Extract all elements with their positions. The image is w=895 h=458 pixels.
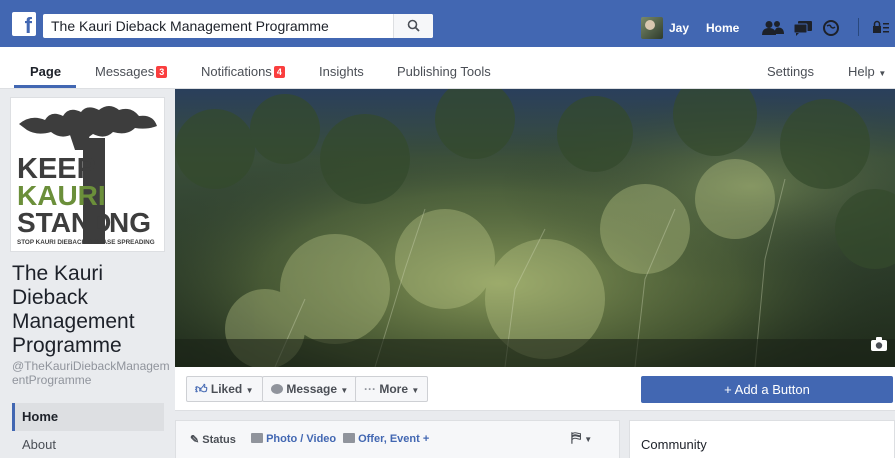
calendar-icon [343, 433, 355, 443]
caret-down-icon: ▼ [411, 386, 420, 395]
cover-forest-image [175, 89, 895, 367]
photo-video-label: Photo / Video [266, 433, 337, 445]
tab-page[interactable]: Page [30, 64, 61, 79]
status-tab[interactable]: ✎ Status [190, 433, 236, 446]
offer-event-label: Offer, Event + [358, 433, 430, 445]
search-button[interactable] [393, 14, 433, 38]
page-username[interactable]: @TheKauriDiebackManagementProgramme [12, 359, 170, 387]
logo-line3b: NG [109, 207, 151, 238]
caret-down-icon: ▼ [340, 386, 349, 395]
photo-video-tab[interactable]: Photo / Video [251, 433, 336, 445]
home-link[interactable]: Home [706, 21, 739, 35]
ellipsis-icon: ··· [364, 382, 376, 396]
active-tab-indicator [14, 85, 76, 88]
status-label: Status [202, 434, 236, 446]
pencil-icon: ✎ [190, 434, 200, 446]
logo-line3a: STAND [17, 207, 111, 238]
tab-messages[interactable]: Messages 3 [95, 64, 168, 79]
tab-help[interactable]: Help ▼ [848, 64, 886, 79]
sidebar-item-about[interactable]: About [12, 431, 164, 458]
caret-down-icon: ▼ [878, 69, 887, 78]
tab-insights[interactable]: Insights [319, 64, 364, 79]
camera-icon[interactable] [870, 336, 888, 352]
message-label: Message [286, 382, 338, 396]
logo-tagline: STOP KAURI DIEBACK DISEASE SPREADING [17, 239, 155, 246]
keep-kauri-standing-logo: KEEP KAURI STAND NG STOP KAURI DIEBACK D… [11, 98, 164, 251]
tab-notifications-label: Notifications [201, 64, 272, 79]
caret-down-icon: ▼ [245, 386, 254, 395]
more-label: More [379, 382, 409, 396]
liked-label: Liked [210, 382, 243, 396]
top-bar: f Jay Home [0, 0, 895, 47]
more-button[interactable]: ··· More ▼ [355, 376, 429, 402]
search-input[interactable] [43, 14, 398, 38]
thumbs-up-icon: 👍︎ [195, 382, 208, 396]
community-title: Community [641, 437, 707, 452]
profile-link[interactable]: Jay [669, 21, 689, 35]
tab-help-label: Help [848, 64, 875, 79]
caret-down-icon: ▼ [584, 435, 593, 444]
friend-requests-icon[interactable] [762, 20, 784, 36]
user-avatar[interactable] [641, 17, 663, 39]
page-title: The Kauri Dieback Management Programme [12, 262, 135, 357]
facebook-logo-icon[interactable]: f [12, 12, 36, 38]
notifications-count-badge: 4 [273, 66, 285, 78]
tab-notifications[interactable]: Notifications 4 [201, 64, 285, 79]
sidebar-item-home[interactable]: Home [12, 403, 164, 431]
privacy-shortcuts-icon[interactable] [872, 20, 890, 34]
tab-messages-label: Messages [95, 64, 155, 79]
photo-icon [251, 433, 263, 443]
community-panel: Community [629, 420, 895, 458]
flag-icon: ⛿ [571, 429, 582, 445]
tab-publishing-tools[interactable]: Publishing Tools [397, 64, 491, 79]
globe-notifications-icon[interactable] [823, 20, 839, 36]
messages-count-badge: 3 [156, 66, 168, 78]
page-nav-bar: Page Messages 3 Notifications 4 Insights P… [0, 47, 895, 89]
speech-bubble-icon [271, 384, 283, 394]
tab-page-label: Page [30, 64, 62, 79]
add-a-button[interactable]: + Add a Button [641, 376, 893, 403]
cover-photo[interactable] [175, 89, 895, 367]
tab-settings[interactable]: Settings [767, 64, 814, 79]
liked-button[interactable]: 👍︎ Liked ▼ [186, 376, 263, 402]
offer-event-tab[interactable]: Offer, Event + [343, 433, 429, 445]
profile-picture[interactable]: KEEP KAURI STAND NG STOP KAURI DIEBACK D… [10, 97, 165, 252]
search-icon [407, 19, 420, 32]
message-button[interactable]: Message ▼ [262, 376, 358, 402]
post-settings-dropdown[interactable]: ⛿ ▼ [571, 429, 592, 446]
messages-icon[interactable] [793, 20, 813, 36]
post-composer: ✎ Status Photo / Video Offer, Event + ⛿ … [175, 420, 620, 458]
page-side-nav: Home About [12, 403, 164, 458]
search-box [43, 14, 433, 38]
divider [858, 18, 859, 36]
